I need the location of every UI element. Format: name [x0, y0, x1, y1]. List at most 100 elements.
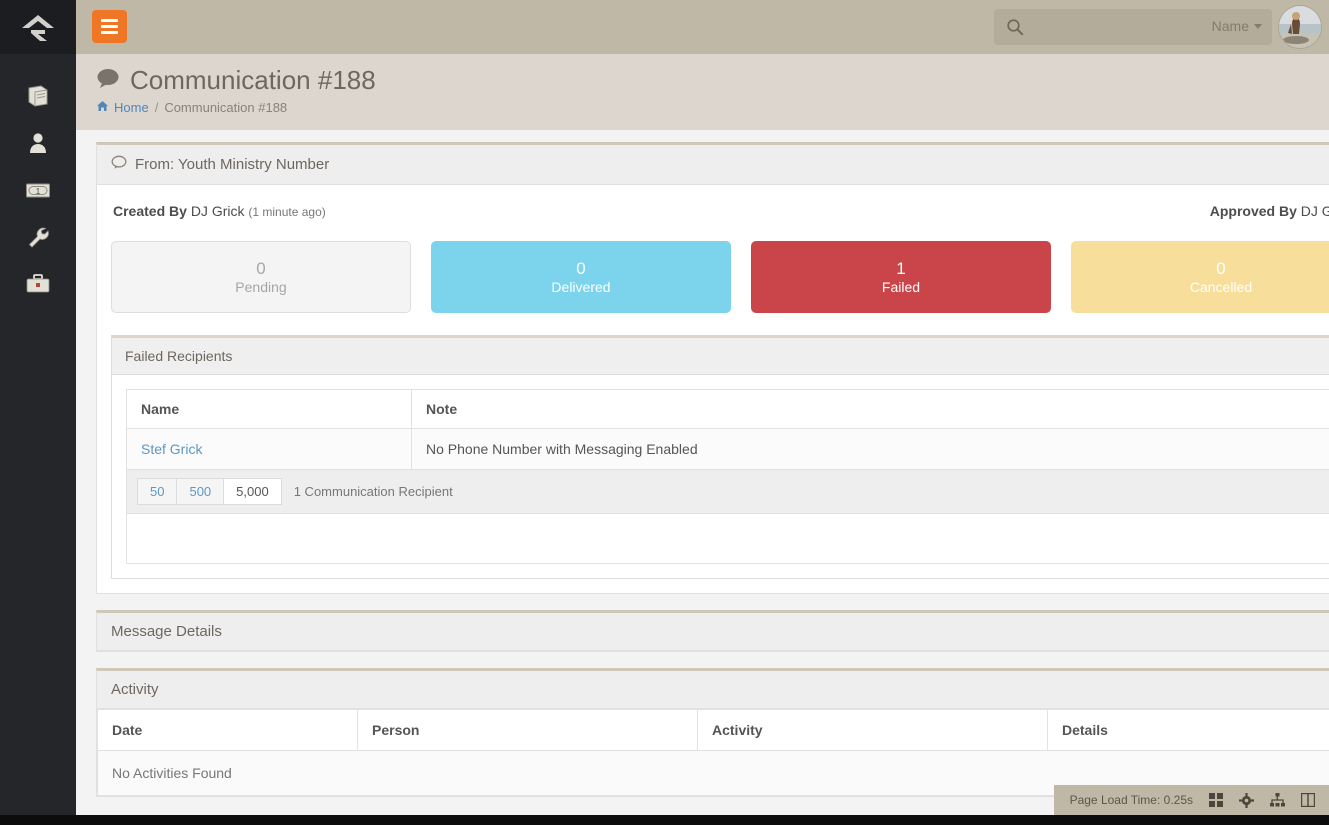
status-card-row: 0 Pending 0 Delivered 1 Failed 0 Cancell… — [111, 241, 1329, 313]
failed-recipients-table: Name Note Stef Grick No Phone Number wit… — [126, 389, 1329, 470]
comment-icon — [96, 66, 120, 96]
briefcase-icon — [26, 273, 50, 292]
hamburger-bar — [101, 19, 118, 22]
sidebar-item-people[interactable] — [0, 119, 76, 166]
avatar-photo — [1279, 6, 1321, 48]
communication-panel-title: From: Youth Ministry Number — [135, 156, 330, 173]
grid-empty-space — [126, 514, 1329, 564]
status-card-cancelled[interactable]: 0 Cancelled — [1071, 241, 1329, 313]
communication-panel: From: Youth Ministry Number Created By D… — [96, 142, 1329, 594]
chevron-down-icon — [1254, 23, 1262, 29]
page-size-5000[interactable]: 5,000 — [223, 478, 282, 505]
grid-footer: 50 500 5,000 1 Communication Recipient — [126, 470, 1329, 514]
search-scope-dropdown[interactable]: Name — [1212, 18, 1262, 34]
breadcrumb-current: Communication #188 — [164, 99, 288, 115]
breadcrumb-separator: / — [154, 99, 159, 115]
page-load-time: Page Load Time: 0.25s — [1069, 793, 1193, 807]
home-icon — [96, 100, 109, 115]
sidebar-item-power-tools[interactable] — [0, 260, 76, 307]
breadcrumb-home-label: Home — [114, 99, 149, 115]
recipient-name-cell: Stef Grick — [126, 428, 412, 470]
columns-icon[interactable] — [1301, 793, 1315, 807]
created-by-time: (1 minute ago) — [248, 205, 326, 219]
sitemap-icon[interactable] — [1270, 793, 1285, 807]
failed-recipients-panel: Failed Recipients Name Note Stef Grick N… — [111, 335, 1329, 579]
message-details-heading: Message Details — [97, 613, 1329, 651]
bottom-strip — [0, 815, 1329, 825]
content-area: From: Youth Ministry Number Created By D… — [76, 130, 1329, 825]
column-header-note[interactable]: Note — [411, 389, 1329, 429]
status-card-failed[interactable]: 1 Failed — [751, 241, 1051, 313]
column-header-activity[interactable]: Activity — [697, 709, 1048, 751]
status-label: Delivered — [551, 278, 611, 295]
debug-bar: Page Load Time: 0.25s — [1053, 785, 1329, 815]
breadcrumb-home-link[interactable]: Home — [96, 100, 149, 115]
status-count: 1 — [896, 258, 906, 278]
communication-panel-body: Created By DJ Grick (1 minute ago) Appro… — [97, 185, 1329, 593]
app-root: 1 Name Communication #188 Home / Communi… — [0, 0, 1329, 825]
recipient-count-text: 1 Communication Recipient — [293, 484, 453, 499]
hamburger-bar — [101, 31, 118, 34]
created-by-name: DJ Grick — [190, 203, 245, 219]
search-input[interactable] — [1030, 9, 1200, 45]
status-label: Failed — [881, 278, 921, 295]
table-row: Stef Grick No Phone Number with Messagin… — [126, 428, 1329, 470]
byline-row: Created By DJ Grick (1 minute ago) Appro… — [111, 199, 1329, 221]
created-by-label: Created By — [113, 203, 187, 219]
global-search: Name — [994, 9, 1272, 45]
recipient-name-link[interactable]: Stef Grick — [141, 441, 202, 457]
search-icon — [1006, 18, 1024, 39]
hamburger-bar — [101, 25, 118, 28]
table-header-row: Date Person Activity Details — [97, 709, 1329, 751]
message-details-panel: Message Details — [96, 610, 1329, 652]
grid-icon[interactable] — [1209, 793, 1223, 807]
status-count: 0 — [1216, 258, 1226, 278]
status-label: Pending — [235, 278, 287, 295]
sidebar-item-admin-tools[interactable] — [0, 213, 76, 260]
status-count: 0 — [576, 258, 586, 278]
money-bill-icon: 1 — [26, 183, 50, 197]
approved-by: Approved By DJ Grick (1 — [1210, 203, 1329, 219]
recipient-note-cell: No Phone Number with Messaging Enabled — [411, 428, 1329, 470]
gear-icon[interactable] — [1239, 792, 1254, 808]
column-header-person[interactable]: Person — [357, 709, 698, 751]
status-card-delivered[interactable]: 0 Delivered — [431, 241, 731, 313]
activity-heading: Activity — [97, 671, 1329, 709]
svg-text:1: 1 — [36, 187, 41, 196]
activity-table: Date Person Activity Details No Activiti… — [97, 709, 1329, 796]
table-header-row: Name Note — [126, 389, 1329, 429]
column-header-details[interactable]: Details — [1047, 709, 1329, 751]
page-size-selector: 50 500 5,000 — [137, 478, 282, 505]
activity-panel: Activity Date Person Activity Details No… — [96, 668, 1329, 797]
communication-panel-heading: From: Youth Ministry Number — [97, 145, 1329, 185]
menu-toggle-button[interactable] — [92, 10, 127, 43]
status-count: 0 — [256, 258, 266, 278]
approved-by-name: DJ Grick — [1300, 203, 1329, 219]
comment-icon — [111, 155, 127, 174]
sidebar-nav: 1 — [0, 54, 76, 307]
status-label: Cancelled — [1189, 278, 1253, 295]
breadcrumb: Home / Communication #188 — [96, 100, 1329, 115]
failed-recipients-heading: Failed Recipients — [112, 338, 1329, 375]
page-size-500[interactable]: 500 — [176, 478, 224, 505]
rock-rms-logo-icon — [22, 15, 54, 41]
left-sidebar: 1 — [0, 0, 76, 825]
column-header-date[interactable]: Date — [97, 709, 358, 751]
top-bar: Name — [76, 0, 1329, 54]
failed-recipients-body: Name Note Stef Grick No Phone Number wit… — [112, 375, 1329, 578]
page-size-50[interactable]: 50 — [137, 478, 177, 505]
person-icon — [30, 132, 46, 153]
avatar[interactable] — [1278, 5, 1322, 49]
search-scope-label: Name — [1211, 18, 1249, 34]
sidebar-item-finance[interactable]: 1 — [0, 166, 76, 213]
column-header-name[interactable]: Name — [126, 389, 412, 429]
page-title: Communication #188 — [96, 65, 1329, 96]
page-title-text: Communication #188 — [130, 65, 376, 95]
page-header: Communication #188 Home / Communication … — [76, 54, 1329, 130]
rock-rms-logo[interactable] — [0, 0, 76, 54]
approved-by-label: Approved By — [1209, 203, 1297, 219]
created-by: Created By DJ Grick (1 minute ago) — [113, 203, 326, 219]
status-card-pending[interactable]: 0 Pending — [111, 241, 411, 313]
sidebar-item-cms[interactable] — [0, 72, 76, 119]
book-icon — [28, 84, 48, 107]
